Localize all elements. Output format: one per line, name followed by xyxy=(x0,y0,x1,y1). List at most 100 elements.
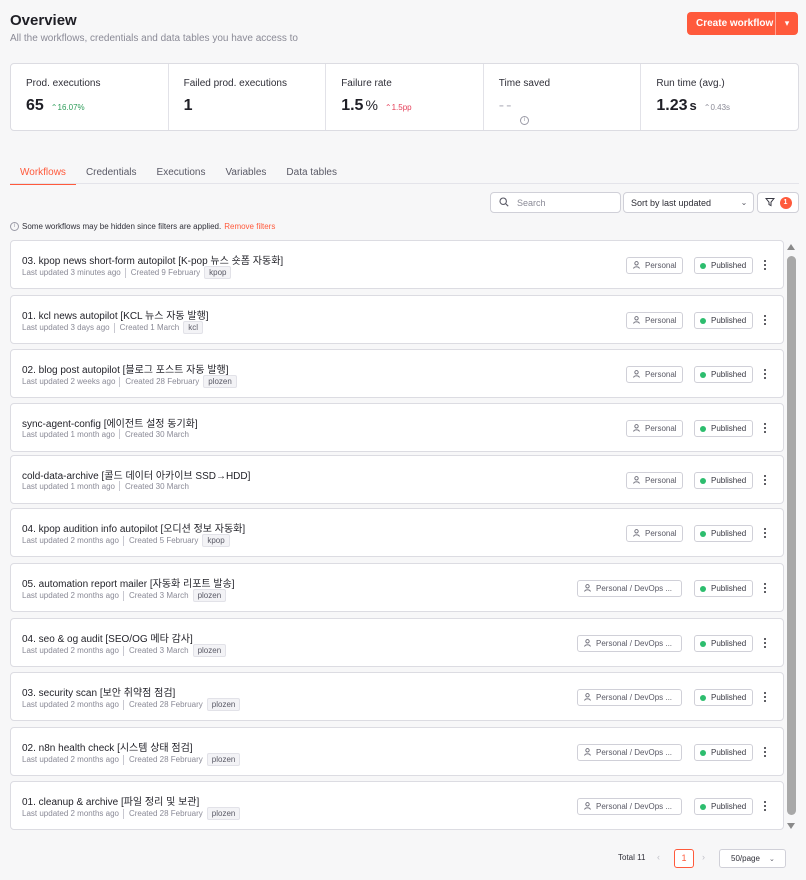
workflow-name[interactable]: 01. kcl news autopilot [KCL 뉴스 자동 발행] xyxy=(22,307,209,322)
tab-workflows[interactable]: Workflows xyxy=(10,165,76,185)
tab-variables[interactable]: Variables xyxy=(215,165,276,185)
user-icon xyxy=(633,369,640,380)
stat-prod-executions[interactable]: Prod. executions 65 ⌃16.07% xyxy=(11,64,169,130)
workflow-tag[interactable]: kcl xyxy=(183,321,203,334)
status-dot xyxy=(700,262,706,269)
workflow-row[interactable]: 01. cleanup & archive [파일 정리 및 보관] Last u… xyxy=(10,781,784,830)
workflow-name[interactable]: 02. n8n health check [시스템 상태 점검] xyxy=(22,739,193,754)
scroll-up-arrow[interactable] xyxy=(787,244,795,250)
created-date: Created 28 February xyxy=(125,377,200,386)
workflow-row[interactable]: 03. security scan [보안 취약점 점검] Last update… xyxy=(10,672,784,721)
workflow-name[interactable]: cold-data-archive [콜드 데이터 아카이브 SSD→HDD] xyxy=(22,467,250,482)
workflow-tag[interactable]: kpop xyxy=(204,266,232,279)
workflow-row[interactable]: 04. seo & og audit [SEO/OG 메타 감사] Last up… xyxy=(10,618,784,667)
more-options-icon[interactable] xyxy=(760,312,770,328)
info-icon[interactable]: i xyxy=(519,116,529,126)
workflow-name[interactable]: 01. cleanup & archive [파일 정리 및 보관] xyxy=(22,793,199,808)
workflow-tag[interactable]: plozen xyxy=(206,753,241,766)
filter-button[interactable]: 1 xyxy=(757,192,799,213)
stat-failure-rate[interactable]: Failure rate 1.5% ⌃1.5pp xyxy=(326,64,484,130)
workflow-row[interactable]: 02. blog post autopilot [블로그 포스트 자동 발행] L… xyxy=(10,349,784,398)
last-updated: Last updated 2 months ago xyxy=(22,809,119,818)
workflow-meta: Last updated 2 months ago Created 3 March… xyxy=(22,644,227,657)
status-dot xyxy=(700,530,706,537)
workflow-meta: Last updated 3 minutes ago Created 9 Febr… xyxy=(22,266,232,279)
more-options-icon[interactable] xyxy=(760,366,770,382)
tab-data-tables[interactable]: Data tables xyxy=(276,165,347,185)
create-workflow-button[interactable]: Create workflow ▾ xyxy=(687,12,798,35)
workflow-row[interactable]: sync-agent-config [에이전트 설정 동기화] Last upda… xyxy=(10,403,784,452)
more-options-icon[interactable] xyxy=(760,525,770,541)
more-options-icon[interactable] xyxy=(760,744,770,760)
meta-divider xyxy=(118,481,120,491)
meta-divider xyxy=(122,754,124,765)
created-date: Created 28 February xyxy=(128,700,203,709)
workflow-row[interactable]: 01. kcl news autopilot [KCL 뉴스 자동 발행] Las… xyxy=(10,295,784,344)
page-size-select[interactable]: 50/page ⌄ xyxy=(719,849,786,868)
stat-time-saved[interactable]: Time saved -- i xyxy=(484,64,642,130)
tab-executions[interactable]: Executions xyxy=(147,165,216,185)
meta-divider xyxy=(122,535,124,546)
workflow-tag[interactable]: plozen xyxy=(192,644,227,657)
workflow-tag[interactable]: kpop xyxy=(202,534,230,547)
stat-failed-executions[interactable]: Failed prod. executions 1 xyxy=(169,64,327,130)
chevron-right-icon[interactable]: › xyxy=(702,852,705,862)
more-options-icon[interactable] xyxy=(760,420,770,436)
status-label: Published xyxy=(711,639,747,648)
tab-credentials[interactable]: Credentials xyxy=(76,165,147,185)
created-date: Created 3 March xyxy=(128,591,189,600)
owner-label: Personal xyxy=(645,261,677,270)
workflow-row[interactable]: cold-data-archive [콜드 데이터 아카이브 SSD→HDD] L… xyxy=(10,455,784,504)
search-input[interactable] xyxy=(517,197,612,208)
sort-select[interactable]: Sort by last updated ⌄ xyxy=(623,192,754,213)
more-options-icon[interactable] xyxy=(760,257,770,273)
status-badge: Published xyxy=(694,798,753,815)
scroll-down-arrow[interactable] xyxy=(787,823,795,829)
workflow-name[interactable]: 03. kpop news short-form autopilot [K-po… xyxy=(22,252,283,267)
status-dot xyxy=(700,371,706,378)
stat-delta: ⌃0.43s xyxy=(703,103,731,112)
created-date: Created 30 March xyxy=(124,429,189,439)
owner-badge: Personal / DevOps ... xyxy=(577,635,682,652)
remove-filters-link[interactable]: Remove filters xyxy=(224,222,275,231)
search-icon xyxy=(491,194,517,212)
workflow-name[interactable]: 02. blog post autopilot [블로그 포스트 자동 발행] xyxy=(22,361,229,376)
page-button[interactable]: 1 xyxy=(674,849,694,868)
status-dot xyxy=(700,317,706,324)
workflow-name[interactable]: 04. seo & og audit [SEO/OG 메타 감사] xyxy=(22,630,193,645)
workflow-row[interactable]: 03. kpop news short-form autopilot [K-po… xyxy=(10,240,784,289)
tabs-divider xyxy=(10,183,799,184)
workflow-row[interactable]: 02. n8n health check [시스템 상태 점검] Last upd… xyxy=(10,727,784,776)
workflow-name[interactable]: 05. automation report mailer [자동화 리포트 발송… xyxy=(22,575,235,590)
more-options-icon[interactable] xyxy=(760,798,770,814)
workflow-tag[interactable]: plozen xyxy=(206,698,241,711)
workflow-name[interactable]: sync-agent-config [에이전트 설정 동기화] xyxy=(22,415,198,430)
workflow-row[interactable]: 04. kpop audition info autopilot [오디션 정보… xyxy=(10,508,784,557)
chevron-down-icon[interactable]: ▾ xyxy=(776,18,798,29)
workflow-name[interactable]: 04. kpop audition info autopilot [오디션 정보… xyxy=(22,520,245,535)
last-updated: Last updated 2 months ago xyxy=(22,591,119,600)
status-dot xyxy=(700,640,706,647)
workflow-name[interactable]: 03. security scan [보안 취약점 점검] xyxy=(22,684,175,699)
more-options-icon[interactable] xyxy=(760,472,770,488)
status-badge: Published xyxy=(694,525,753,542)
more-options-icon[interactable] xyxy=(760,635,770,651)
workflow-meta: Last updated 2 months ago Created 3 March… xyxy=(22,589,227,602)
search-box[interactable] xyxy=(490,192,621,213)
workflow-tag[interactable]: plozen xyxy=(203,375,237,388)
scrollbar-thumb[interactable] xyxy=(787,256,796,815)
more-options-icon[interactable] xyxy=(760,580,770,596)
workflow-tag[interactable]: plozen xyxy=(192,589,227,602)
owner-badge: Personal / DevOps ... xyxy=(577,580,682,597)
workflow-row[interactable]: 05. automation report mailer [자동화 리포트 발송… xyxy=(10,563,784,612)
stat-run-time[interactable]: Run time (avg.) 1.23 s ⌃0.43s xyxy=(641,64,798,130)
chevron-left-icon[interactable]: ‹ xyxy=(657,852,660,862)
owner-label: Personal / DevOps ... xyxy=(596,693,673,702)
more-options-icon[interactable] xyxy=(760,689,770,705)
status-label: Published xyxy=(711,802,747,811)
created-date: Created 9 February xyxy=(130,268,201,277)
workflow-tag[interactable]: plozen xyxy=(206,807,241,820)
sort-value: Sort by last updated xyxy=(631,197,712,208)
total-count: Total 11 xyxy=(618,853,646,862)
owner-badge: Personal / DevOps ... xyxy=(577,798,682,815)
